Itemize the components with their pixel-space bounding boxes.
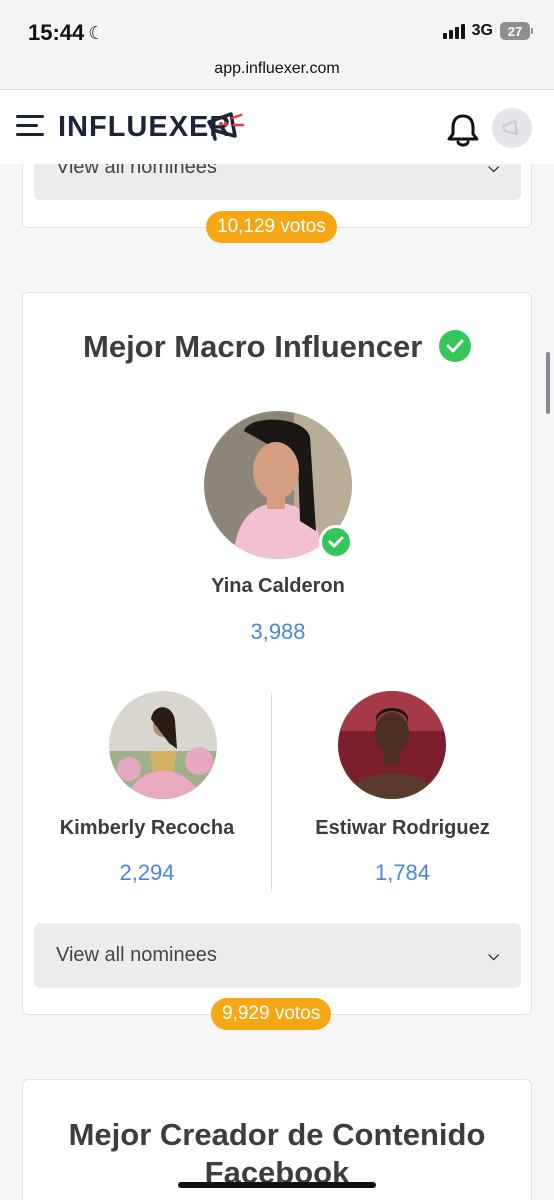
battery-icon: 27 — [500, 22, 533, 40]
votes-badge: 10,129 votos — [206, 211, 337, 243]
megaphone-logo-icon — [207, 112, 245, 141]
status-bar: 15:44 ☾ 3G 27 — [0, 0, 554, 60]
bell-icon[interactable] — [444, 112, 482, 148]
votes-text: 10,129 votos — [217, 216, 326, 237]
status-indicators: 3G 27 — [442, 22, 533, 40]
total-votes-badge: 9,929 votos — [211, 998, 332, 1030]
megaphone-icon — [502, 120, 518, 135]
user-avatar[interactable] — [492, 108, 532, 148]
check-icon — [438, 329, 471, 362]
address-bar[interactable]: app.influexer.com — [0, 60, 554, 90]
nominee-name[interactable]: Estiwar Rodriguez — [272, 817, 533, 840]
total-votes-text: 9,929 votos — [222, 1003, 321, 1024]
next-category-title: Mejor Creador de Contenido Facebook — [68, 1117, 486, 1190]
winner-check-icon — [319, 525, 353, 559]
moon-icon: ☾ — [88, 22, 105, 43]
winner-name[interactable]: Yina Calderon — [23, 575, 533, 598]
nominee-photo[interactable] — [338, 691, 446, 799]
network-label: 3G — [471, 22, 493, 39]
nominee-votes: 2,294 — [119, 860, 175, 885]
nominee-votes: 1,784 — [374, 860, 431, 885]
app-header: INFLUEXER — [0, 90, 554, 164]
battery-level: 27 — [507, 23, 523, 39]
category-card: Mejor Macro Influencer Yina Calderon 3,9… — [22, 292, 532, 1015]
url-text: app.influexer.com — [214, 60, 340, 77]
hamburger-icon[interactable] — [16, 115, 44, 137]
time-text: 15:44 — [28, 20, 85, 45]
scrollbar[interactable] — [546, 352, 550, 414]
nominee-photo[interactable] — [109, 691, 217, 799]
view-all-nominees-button[interactable]: View all nominees ⌵ — [34, 923, 521, 988]
signal-icon — [442, 23, 465, 39]
view-all-label: View all nominees — [56, 944, 217, 966]
category-title-text: Mejor Macro Influencer — [83, 329, 423, 364]
status-time: 15:44 ☾ — [28, 20, 104, 46]
nominee-name[interactable]: Kimberly Recocha — [23, 817, 271, 840]
category-title: Mejor Macro Influencer — [23, 329, 531, 365]
chevron-down-icon: ⌵ — [488, 947, 499, 963]
winner-votes: 3,988 — [250, 619, 306, 644]
home-indicator[interactable] — [178, 1182, 376, 1188]
